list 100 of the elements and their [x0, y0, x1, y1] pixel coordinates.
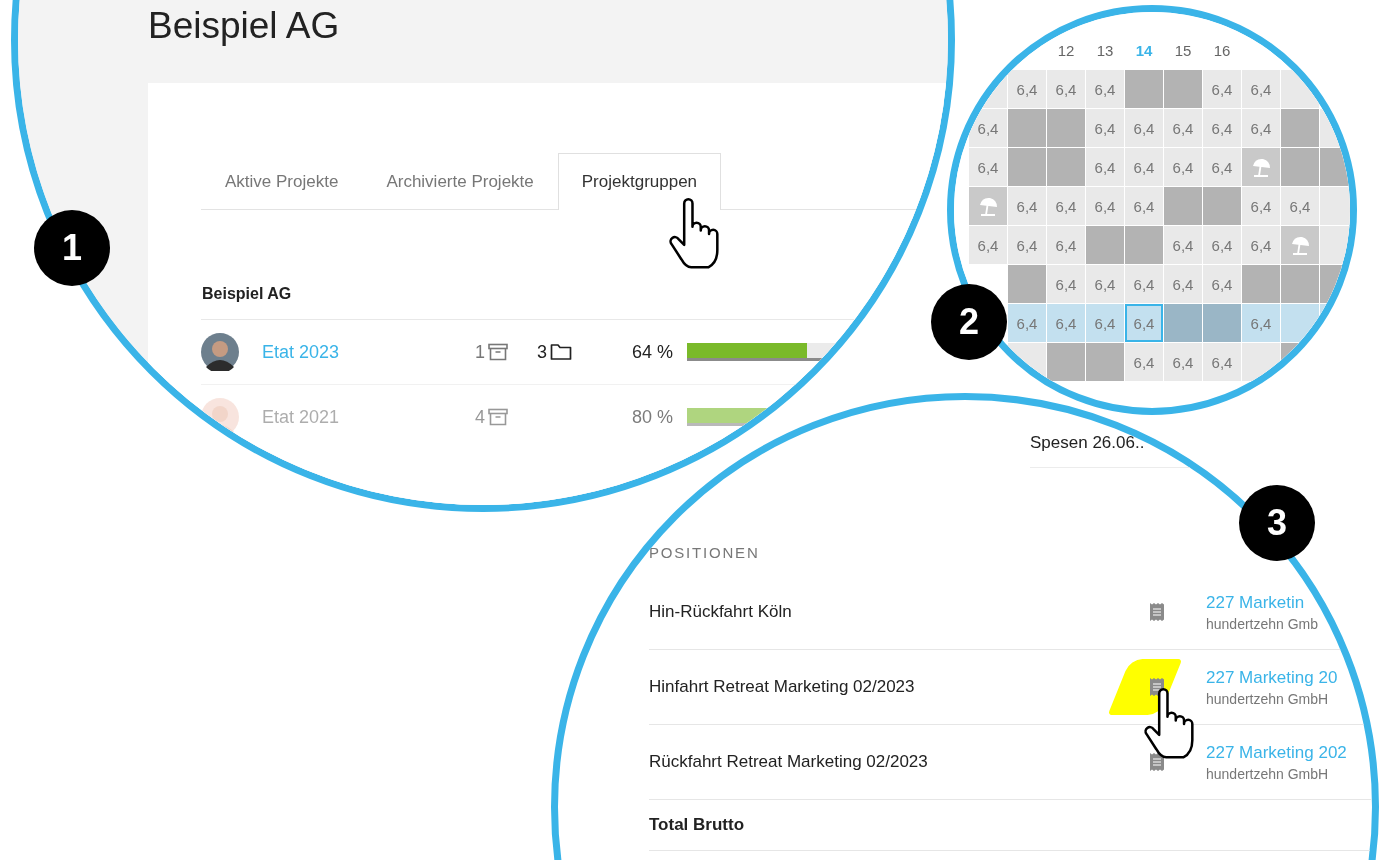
- hours-cell[interactable]: 6,4: [1047, 70, 1085, 108]
- day-label: 15: [1174, 42, 1192, 61]
- blocked-cell[interactable]: [1047, 148, 1085, 186]
- blocked-cell[interactable]: [1164, 304, 1202, 342]
- position-title: Hin-Rückfahrt Köln: [649, 602, 792, 622]
- hours-cell[interactable]: 6,4: [1203, 265, 1241, 303]
- hours-cell[interactable]: 6,4: [1203, 226, 1241, 264]
- hours-cell[interactable]: 6,4: [1242, 109, 1280, 147]
- vacation-cell[interactable]: [969, 187, 1007, 225]
- hours-cell[interactable]: 6,4: [1203, 343, 1241, 381]
- hours-cell[interactable]: 6,4: [1008, 187, 1046, 225]
- percent-label: 80 %: [631, 406, 673, 428]
- hours-cell[interactable]: 6,4: [1086, 304, 1124, 342]
- hours-cell[interactable]: 6,4: [1125, 265, 1163, 303]
- hours-cell[interactable]: 6,4: [1086, 187, 1124, 225]
- hours-cell[interactable]: 6,4: [1008, 304, 1046, 342]
- hours-cell[interactable]: 6,4: [1242, 70, 1280, 108]
- vacation-cell[interactable]: [1281, 226, 1319, 264]
- hours-cell[interactable]: 6,4: [1203, 148, 1241, 186]
- tab[interactable]: Archivierte Projekte: [362, 153, 558, 210]
- blocked-cell[interactable]: [1203, 304, 1241, 342]
- hours-cell[interactable]: 6,4: [1125, 109, 1163, 147]
- hours-cell[interactable]: 6,4: [1203, 70, 1241, 108]
- hours-cell[interactable]: 6,4: [1203, 109, 1241, 147]
- hours-cell[interactable]: 6,4: [1008, 70, 1046, 108]
- blocked-cell[interactable]: [1242, 265, 1280, 303]
- archived-count: 1: [475, 341, 485, 363]
- hours-cell[interactable]: 6,4: [1086, 148, 1124, 186]
- hours-cell[interactable]: 6,4: [1047, 226, 1085, 264]
- blocked-cell[interactable]: [1164, 70, 1202, 108]
- hours-cell[interactable]: 6,4: [969, 226, 1007, 264]
- hours-cell[interactable]: 6,4: [1125, 148, 1163, 186]
- hours-cell[interactable]: [1281, 304, 1319, 342]
- archive-icon: [488, 408, 508, 426]
- position-title: Hinfahrt Retreat Marketing 02/2023: [649, 677, 915, 697]
- project-link[interactable]: 227 Marketing 202: [1206, 742, 1347, 763]
- day-label: 12: [1057, 42, 1075, 61]
- tab[interactable]: Projektgruppen: [557, 153, 722, 210]
- client-name: hundertzehn Gmb: [1206, 615, 1319, 632]
- beach-umbrella-icon: [1250, 156, 1272, 178]
- hours-cell[interactable]: 6,4: [1242, 187, 1280, 225]
- step-badge: 2: [931, 284, 1007, 360]
- beach-umbrella-icon: [1289, 234, 1311, 256]
- hours-cell[interactable]: 6,4: [1281, 187, 1319, 225]
- hours-cell[interactable]: 6,4: [1242, 304, 1280, 342]
- blocked-cell[interactable]: [1281, 265, 1319, 303]
- blocked-cell[interactable]: [1086, 343, 1124, 381]
- hours-cell[interactable]: 6,4: [969, 148, 1007, 186]
- hours-cell[interactable]: 6,4: [969, 109, 1007, 147]
- archived-count: 4: [475, 406, 485, 428]
- hours-cell[interactable]: [1281, 70, 1319, 108]
- blocked-cell[interactable]: [1008, 148, 1046, 186]
- group-heading: Beispiel AG: [202, 285, 292, 303]
- hours-cell[interactable]: 6,4: [1047, 265, 1085, 303]
- blocked-cell[interactable]: [1203, 187, 1241, 225]
- step-badge: 3: [1239, 485, 1315, 561]
- hours-cell[interactable]: 6,4: [1086, 109, 1124, 147]
- hours-cell[interactable]: [1320, 226, 1350, 264]
- folder-icon: [550, 343, 572, 361]
- section-label: POSITIONEN: [649, 544, 761, 561]
- hours-cell[interactable]: 6,4: [1164, 343, 1202, 381]
- blocked-cell[interactable]: [1125, 226, 1163, 264]
- avatar: [201, 333, 239, 371]
- hours-cell[interactable]: 6,4: [1164, 265, 1202, 303]
- blocked-cell[interactable]: [1125, 70, 1163, 108]
- day-label: 14: [1135, 42, 1153, 61]
- blocked-cell[interactable]: [1047, 109, 1085, 147]
- blocked-cell[interactable]: [1164, 187, 1202, 225]
- hours-cell[interactable]: 6,4: [1008, 226, 1046, 264]
- hours-cell[interactable]: 6,4: [1125, 304, 1163, 342]
- hours-cell[interactable]: 6,4: [1086, 70, 1124, 108]
- hours-cell[interactable]: 6,4: [1047, 304, 1085, 342]
- hours-cell[interactable]: 6,4: [1125, 343, 1163, 381]
- hours-cell[interactable]: 6,4: [1242, 226, 1280, 264]
- blocked-cell[interactable]: [1320, 148, 1350, 186]
- blocked-cell[interactable]: [1281, 109, 1319, 147]
- blocked-cell[interactable]: [1086, 226, 1124, 264]
- client-name: hundertzehn GmbH: [1206, 690, 1329, 707]
- hours-cell[interactable]: 6,4: [1047, 187, 1085, 225]
- hours-cell[interactable]: 6,4: [1164, 148, 1202, 186]
- hours-cell[interactable]: 6,4: [1086, 265, 1124, 303]
- hours-cell[interactable]: 6,4: [1164, 109, 1202, 147]
- vacation-cell[interactable]: [1242, 148, 1280, 186]
- hours-cell[interactable]: 6,4: [1164, 226, 1202, 264]
- receipt-icon[interactable]: [1149, 752, 1165, 772]
- day-label: 13: [1096, 42, 1114, 61]
- project-link[interactable]: Etat 2023: [262, 341, 340, 363]
- hours-cell[interactable]: [1242, 343, 1280, 381]
- blocked-cell[interactable]: [1008, 109, 1046, 147]
- blocked-cell[interactable]: [1008, 265, 1046, 303]
- archive-icon: [488, 343, 508, 361]
- project-link[interactable]: 227 Marketing 20: [1206, 667, 1338, 688]
- tab[interactable]: Aktive Projekte: [201, 153, 363, 210]
- blocked-cell[interactable]: [1047, 343, 1085, 381]
- hours-cell[interactable]: [1320, 187, 1350, 225]
- blocked-cell[interactable]: [1281, 148, 1319, 186]
- folder-count: 3: [537, 341, 547, 363]
- day-label: 16: [1213, 42, 1231, 61]
- project-link[interactable]: 227 Marketin: [1206, 592, 1305, 613]
- hours-cell[interactable]: 6,4: [1125, 187, 1163, 225]
